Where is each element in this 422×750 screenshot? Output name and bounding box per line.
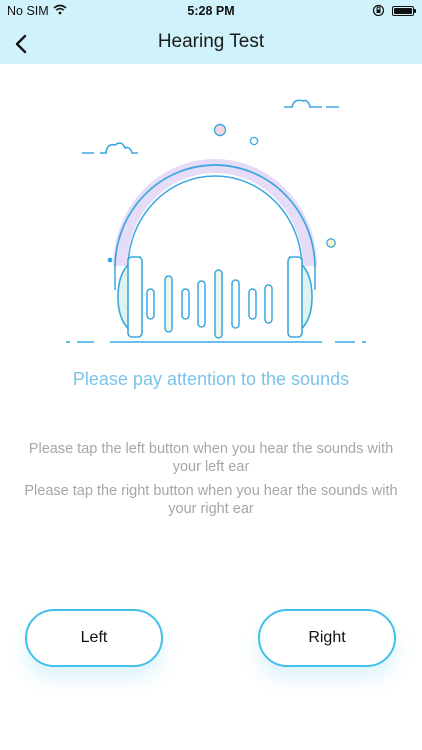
page-title: Hearing Test xyxy=(157,31,265,52)
left-ear-instruction: Please tap the left button when you hear… xyxy=(28,441,394,475)
left-earcup xyxy=(117,255,143,338)
cloud-icon xyxy=(82,99,339,154)
battery-icon xyxy=(392,6,416,16)
right-earcup xyxy=(287,255,313,338)
headphones-illustration xyxy=(60,90,370,350)
dot-icon xyxy=(107,257,113,263)
header: No SIM 5:28 PM Hearing Test xyxy=(0,0,422,64)
dot-icon xyxy=(249,136,259,146)
clock: 5:28 PM xyxy=(187,4,235,18)
sound-wave-bars xyxy=(146,269,273,339)
dot-icon xyxy=(326,238,336,248)
dot-icon xyxy=(213,123,227,137)
right-ear-instruction: Please tap the right button when you hea… xyxy=(24,483,398,517)
orientation-lock-icon xyxy=(372,4,385,20)
left-button-label: Left xyxy=(80,629,108,646)
right-button-label: Right xyxy=(308,629,346,646)
left-button[interactable]: Left xyxy=(25,609,163,667)
attention-subtitle: Please pay attention to the sounds xyxy=(72,369,350,389)
status-bar: No SIM 5:28 PM xyxy=(0,0,422,22)
right-button[interactable]: Right xyxy=(258,609,396,667)
